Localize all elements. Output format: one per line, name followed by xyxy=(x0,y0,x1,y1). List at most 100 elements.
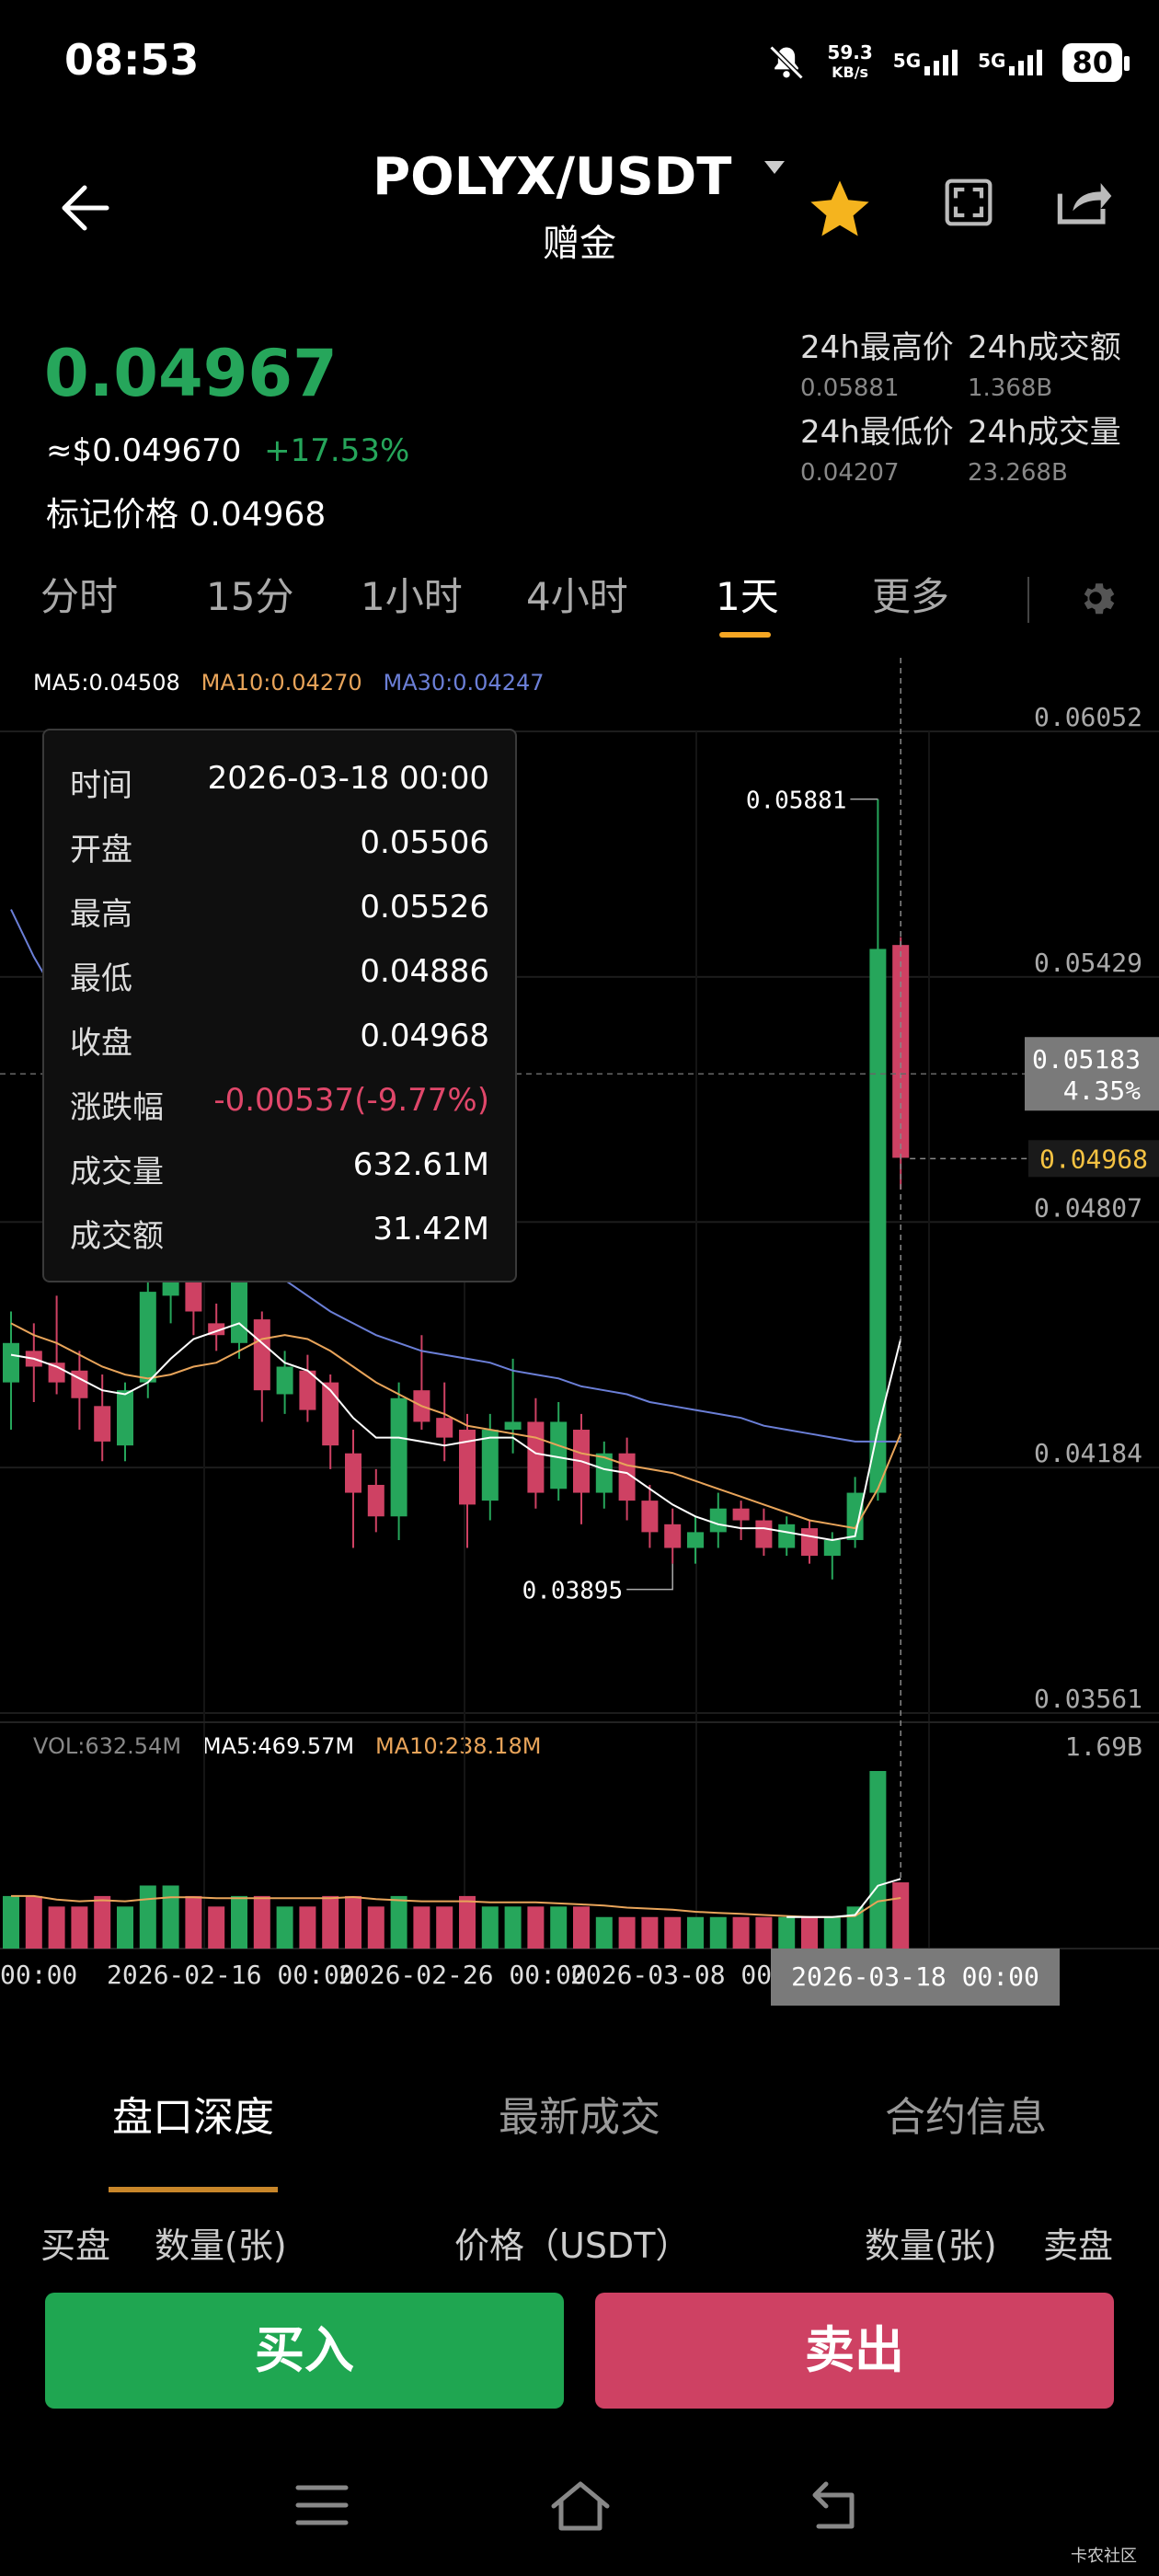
interval-tabs: 分时 15分 1小时 4小时 1天 更多 xyxy=(0,566,1159,639)
tab-15m[interactable]: 15分 xyxy=(206,566,293,622)
tooltip-row-turnover: 成交额 31.42M xyxy=(70,1211,489,1255)
volume-bar xyxy=(139,1885,156,1949)
status-bar: 08:53 59.3 KB/s 5G 5G 80 xyxy=(0,0,1159,129)
y-tick-label: 0.06052 xyxy=(1034,702,1142,732)
col-qty-left: 数量(张) xyxy=(155,2225,287,2266)
tab-timeshare[interactable]: 分时 xyxy=(40,566,118,622)
y-tick-label: 0.03561 xyxy=(1034,1684,1142,1714)
signal-sim2: 5G xyxy=(978,50,1043,75)
x-tick-label: 2026-03-08 00 xyxy=(570,1960,773,1990)
tab-order-book[interactable]: 盘口深度 xyxy=(0,2084,386,2143)
col-ask: 卖盘 xyxy=(1043,2225,1114,2266)
low-price-label: 0.03895 xyxy=(522,1578,624,1605)
volume-bar xyxy=(459,1895,476,1949)
volume-bar xyxy=(367,1906,384,1949)
fullscreen-icon[interactable] xyxy=(943,177,994,228)
tooltip-row-change: 涨跌幅 -0.00537(-9.77%) xyxy=(70,1082,489,1126)
candle-body xyxy=(48,1363,65,1383)
volume-bar xyxy=(253,1895,270,1949)
candle-body xyxy=(322,1382,339,1446)
volume-bar xyxy=(413,1906,430,1949)
share-icon[interactable] xyxy=(1053,177,1114,228)
y-tick-label: 0.04184 xyxy=(1034,1438,1142,1468)
pair-title: POLYX/USDT xyxy=(373,147,732,207)
tab-contract-info[interactable]: 合约信息 xyxy=(773,2084,1159,2143)
x-tick-label: 00:00 xyxy=(0,1960,78,1990)
candle-body xyxy=(687,1532,704,1548)
volume-bar xyxy=(436,1906,453,1949)
stat-low: 24h最低价 0.04207 xyxy=(800,414,954,487)
candle-body xyxy=(345,1453,361,1493)
volume-bar xyxy=(231,1895,247,1949)
x-tick-label: 2026-02-26 00:00 xyxy=(339,1960,587,1990)
stat-volume: 24h成交量 23.268B xyxy=(968,414,1121,487)
signal-bars-icon xyxy=(1009,50,1043,75)
volume-bar xyxy=(208,1906,225,1949)
low-marker-line xyxy=(626,1563,673,1591)
bell-muted-icon xyxy=(769,45,804,80)
menu-icon[interactable] xyxy=(294,2482,350,2528)
active-tab-underline xyxy=(719,632,771,638)
volume-bar xyxy=(527,1906,545,1949)
candle-body xyxy=(755,1520,773,1548)
tooltip-row-volume: 成交量 632.61M xyxy=(70,1146,489,1190)
candle-body xyxy=(276,1366,293,1395)
candle-body xyxy=(664,1524,682,1548)
volume-bar xyxy=(573,1906,590,1949)
usd-price-line: ≈$0.049670 +17.53% xyxy=(46,432,409,469)
high-price-label: 0.05881 xyxy=(746,788,847,815)
volume-bar xyxy=(755,1916,773,1949)
candle-body xyxy=(117,1390,133,1446)
tab-latest-trades[interactable]: 最新成交 xyxy=(386,2084,773,2143)
tab-more[interactable]: 更多 xyxy=(872,566,949,622)
volume-bar xyxy=(823,1916,841,1949)
system-nav-bar xyxy=(0,2447,1159,2576)
buy-button[interactable]: 买入 xyxy=(45,2293,564,2409)
signal-bars-icon xyxy=(924,50,958,75)
volume-bar xyxy=(322,1895,339,1949)
tab-4h[interactable]: 4小时 xyxy=(526,566,628,622)
volume-bar xyxy=(709,1916,727,1949)
status-icons: 59.3 KB/s 5G 5G 80 xyxy=(766,37,1130,88)
signal-sim1: 5G xyxy=(893,50,958,75)
active-tab-underline xyxy=(109,2187,278,2192)
tooltip-row-open: 开盘 0.05506 xyxy=(70,824,489,868)
candle-tooltip: 时间 2026-03-18 00:00 开盘 0.05506 最高 0.05526 最… xyxy=(42,729,517,1282)
tab-1h[interactable]: 1小时 xyxy=(361,566,463,622)
gear-icon[interactable] xyxy=(1074,577,1117,619)
crosshair-price-label: 0.05183 xyxy=(1032,1044,1141,1075)
home-icon[interactable] xyxy=(548,2480,613,2532)
x-tick-label: 2026-02-16 00:00 xyxy=(107,1960,355,1990)
net-speed: 59.3 KB/s xyxy=(827,41,873,81)
volume-bar xyxy=(664,1916,682,1949)
col-price: 价格（USDT） xyxy=(454,2225,691,2266)
candle-body xyxy=(869,949,887,1493)
candle-body xyxy=(823,1539,841,1557)
volume-bar xyxy=(299,1906,316,1949)
stat-turnover: 24h成交额 1.368B xyxy=(968,329,1121,402)
volume-bar xyxy=(687,1916,704,1949)
candle-body xyxy=(436,1418,453,1438)
volume-bar xyxy=(345,1895,361,1949)
tab-1d[interactable]: 1天 xyxy=(716,566,779,622)
volume-bar xyxy=(481,1906,499,1949)
change-percent: +17.53% xyxy=(264,432,410,469)
sell-button[interactable]: 卖出 xyxy=(595,2293,1114,2409)
candle-body xyxy=(641,1501,659,1533)
crosshair-date-label: 2026-03-18 00:00 xyxy=(771,1949,1060,2006)
volume-bar xyxy=(25,1895,42,1949)
volume-bar xyxy=(618,1916,636,1949)
dropdown-caret-icon xyxy=(763,161,785,174)
tooltip-row-close: 收盘 0.04968 xyxy=(70,1018,489,1062)
favorite-star-icon[interactable] xyxy=(805,175,875,245)
volume-bar xyxy=(276,1906,293,1949)
volume-bar xyxy=(595,1916,613,1949)
bottom-tabs: 盘口深度 最新成交 合约信息 xyxy=(0,2084,1159,2194)
candle-body xyxy=(139,1292,156,1383)
candle-body xyxy=(801,1528,818,1557)
candle-body xyxy=(778,1524,796,1548)
back-icon[interactable] xyxy=(809,2480,865,2532)
volume-axis-label: 1.69B xyxy=(1065,1731,1142,1762)
candle-body xyxy=(390,1397,407,1517)
volume-bar xyxy=(869,1771,887,1949)
